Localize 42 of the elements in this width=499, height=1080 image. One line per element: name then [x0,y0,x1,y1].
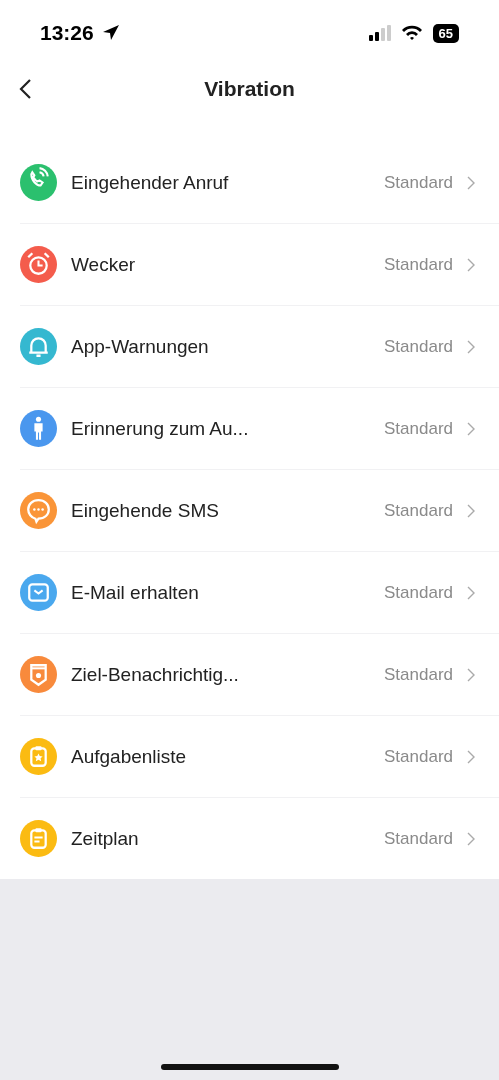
location-arrow-icon [101,24,120,42]
chevron-right-icon [467,667,475,682]
row-value: Standard [384,336,453,357]
chevron-right-icon [467,831,475,846]
row-label: Eingehende SMS [71,499,220,522]
row-label: E-Mail erhalten [71,581,200,604]
chevron-right-icon [467,257,475,272]
row-value: Standard [384,254,453,275]
row-value: Standard [384,664,453,685]
row-value: Standard [384,500,453,521]
chevron-right-icon [467,749,475,764]
wifi-icon [400,25,423,41]
row-value: Standard [384,418,453,439]
row-value: Standard [384,582,453,603]
settings-row[interactable]: Aufgabenliste Standard [20,716,499,798]
chevron-right-icon [467,339,475,354]
settings-row[interactable]: Ziel-Benachrichtig... Standard [20,634,499,716]
row-label: Ziel-Benachrichtig... [71,663,240,686]
row-label: Zeitplan [71,827,140,850]
page-title: Vibration [204,77,295,101]
settings-row[interactable]: E-Mail erhalten Standard [20,552,499,634]
settings-row[interactable]: Wecker Standard [20,224,499,306]
row-label: Eingehender Anruf [71,171,230,194]
settings-row[interactable]: Eingehender Anruf Standard [20,142,499,224]
row-value: Standard [384,172,453,193]
chevron-right-icon [467,585,475,600]
settings-row[interactable]: Zeitplan Standard [20,798,499,879]
settings-row[interactable]: Eingehende SMS Standard [20,470,499,552]
row-label: Erinnerung zum Au... [71,417,250,440]
clock-time: 13:26 [40,21,94,45]
settings-row[interactable]: Erinnerung zum Au... Standard [20,388,499,470]
row-label: Wecker [71,253,137,276]
signal-icon [368,25,393,41]
row-label: App-Warnungen [71,335,210,358]
row-value: Standard [384,746,453,767]
battery-level: 65 [432,23,459,43]
chevron-right-icon [467,503,475,518]
settings-row[interactable]: App-Warnungen Standard [20,306,499,388]
row-value: Standard [384,828,453,849]
chevron-right-icon [467,421,475,436]
chevron-right-icon [467,175,475,190]
row-label: Aufgabenliste [71,745,188,768]
